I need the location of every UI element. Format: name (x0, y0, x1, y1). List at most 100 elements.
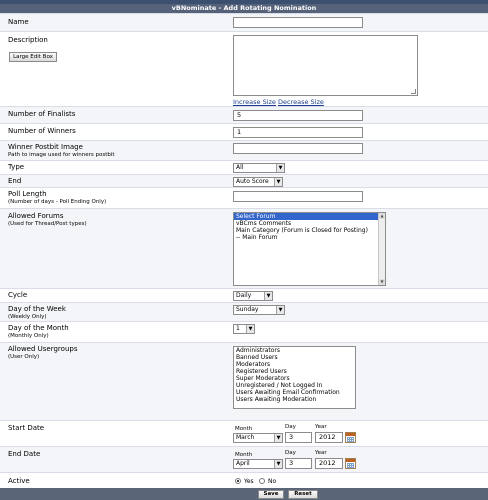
calendar-icon[interactable] (345, 432, 356, 443)
usergroup-option[interactable]: Administrators (234, 347, 355, 354)
finalists-input[interactable]: 5 (233, 110, 363, 121)
description-label: Description (8, 36, 48, 44)
cycle-select[interactable]: Daily ▼ (233, 291, 273, 301)
scroll-up-icon[interactable]: ▲ (379, 213, 385, 219)
row-end-date: End Date Month Day Year April ▼ 3 2012 (0, 446, 488, 472)
resize-grip-icon[interactable] (411, 89, 416, 94)
page-title: vBNominate - Add Rotating Nomination (0, 4, 488, 13)
chevron-down-icon: ▼ (274, 178, 282, 186)
postbit-input[interactable] (233, 143, 363, 154)
day-of-month-label-text: Day of the Month (8, 324, 69, 332)
usergroup-option[interactable]: Unregistered / Not Logged In (234, 382, 355, 389)
end-month-select[interactable]: April ▼ (233, 459, 283, 469)
forum-option[interactable]: vBCms Comments (234, 220, 385, 227)
postbit-label: Winner Postbit Image Path to image used … (8, 143, 115, 158)
end-selected: Auto Score (236, 178, 269, 185)
postbit-label-text: Winner Postbit Image (8, 143, 83, 151)
row-active: Active Yes No (0, 472, 488, 488)
day-of-month-selected: 1 (236, 325, 240, 332)
end-day-input[interactable]: 3 (285, 458, 312, 469)
type-select[interactable]: All ▼ (233, 163, 285, 173)
allowed-usergroups-label-text: Allowed Usergroups (8, 345, 78, 353)
cycle-label: Cycle (8, 291, 28, 299)
scroll-down-icon[interactable]: ▼ (379, 279, 385, 285)
day-of-week-label-text: Day of the Week (8, 305, 66, 313)
row-type: Type All ▼ (0, 160, 488, 174)
row-cycle: Cycle Daily ▼ (0, 288, 488, 302)
row-day-of-month: Day of the Month (Monthly Only) 1 ▼ (0, 321, 488, 342)
allowed-forums-listbox[interactable]: Select Forum vBCms Comments Main Categor… (233, 212, 386, 286)
postbit-sublabel: Path to image used for winners postbit (8, 152, 115, 158)
day-of-week-selected: Sunday (236, 306, 259, 313)
end-year-label: Year (315, 450, 327, 456)
active-yes-radio[interactable] (235, 478, 241, 484)
day-of-week-label: Day of the Week (Weekly Only) (8, 305, 66, 320)
start-day-label: Day (285, 424, 296, 430)
row-allowed-forums: Allowed Forums (Used for Thread/Post typ… (0, 208, 488, 288)
save-button[interactable]: Save (258, 490, 284, 499)
decrease-size-link[interactable]: Decrease Size (278, 98, 324, 106)
chevron-down-icon: ▼ (264, 292, 272, 300)
allowed-forums-label: Allowed Forums (Used for Thread/Post typ… (8, 212, 87, 227)
name-label: Name (8, 18, 29, 26)
day-of-week-sublabel: (Weekly Only) (8, 314, 47, 320)
end-day-label: Day (285, 450, 296, 456)
type-label: Type (8, 163, 25, 171)
name-input[interactable] (233, 17, 363, 28)
chevron-down-icon: ▼ (274, 460, 282, 468)
active-yes-label: Yes (244, 478, 254, 485)
end-year-input[interactable]: 2012 (315, 458, 343, 469)
row-poll-length: Poll Length (Number of days - Poll Endin… (0, 187, 488, 208)
end-label: End (8, 177, 22, 185)
reset-button[interactable]: Reset (288, 490, 318, 499)
row-allowed-usergroups: Allowed Usergroups (User Only) Administr… (0, 342, 488, 420)
end-date-label: End Date (8, 450, 41, 458)
day-of-month-select[interactable]: 1 ▼ (233, 324, 255, 334)
row-day-of-week: Day of the Week (Weekly Only) Sunday ▼ (0, 302, 488, 321)
description-textarea[interactable] (233, 35, 418, 96)
winners-input[interactable]: 1 (233, 127, 363, 138)
active-label: Active (8, 477, 30, 485)
forum-option[interactable]: Main Category (Forum is Closed for Posti… (234, 227, 385, 234)
usergroup-option[interactable]: Users Awaiting Moderation (234, 396, 355, 403)
start-day-input[interactable]: 3 (285, 432, 312, 443)
calendar-icon[interactable] (345, 458, 356, 469)
cycle-selected: Daily (236, 292, 252, 299)
type-selected: All (236, 164, 244, 171)
usergroup-option[interactable]: Moderators (234, 361, 355, 368)
active-no-radio[interactable] (259, 478, 265, 484)
row-name: Name (0, 13, 488, 31)
chevron-down-icon: ▼ (276, 306, 284, 314)
usergroup-option[interactable]: Super Moderators (234, 375, 355, 382)
day-of-month-sublabel: (Monthly Only) (8, 333, 49, 339)
forum-option[interactable]: -- Main Forum (234, 234, 385, 241)
start-date-label: Start Date (8, 424, 45, 432)
form-footer: Save Reset (0, 488, 488, 500)
active-no-label: No (268, 478, 277, 485)
increase-size-link[interactable]: Increase Size (233, 98, 276, 106)
end-select[interactable]: Auto Score ▼ (233, 177, 283, 187)
usergroup-option[interactable]: Registered Users (234, 368, 355, 375)
large-edit-box-button[interactable]: Large Edit Box (9, 52, 57, 62)
allowed-forums-sublabel: (Used for Thread/Post types) (8, 221, 87, 227)
day-of-week-select[interactable]: Sunday ▼ (233, 305, 285, 315)
allowed-usergroups-sublabel: (User Only) (8, 354, 40, 360)
allowed-usergroups-label: Allowed Usergroups (User Only) (8, 345, 77, 360)
row-winners: Number of Winners 1 (0, 123, 488, 140)
chevron-down-icon: ▼ (276, 164, 284, 172)
day-of-month-label: Day of the Month (Monthly Only) (8, 324, 69, 339)
row-end: End Auto Score ▼ (0, 174, 488, 187)
poll-length-input[interactable] (233, 191, 363, 202)
usergroup-option[interactable]: Banned Users (234, 354, 355, 361)
allowed-usergroups-listbox[interactable]: Administrators Banned Users Moderators R… (233, 346, 356, 409)
forum-option[interactable]: Select Forum (234, 213, 385, 220)
row-postbit: Winner Postbit Image Path to image used … (0, 140, 488, 160)
start-year-input[interactable]: 2012 (315, 432, 343, 443)
start-year-label: Year (315, 424, 327, 430)
chevron-down-icon: ▼ (246, 325, 254, 333)
start-month-selected: March (236, 434, 255, 441)
row-description: Description Large Edit Box Increase Size… (0, 31, 488, 106)
usergroup-option[interactable]: Users Awaiting Email Confirmation (234, 389, 355, 396)
start-month-select[interactable]: March ▼ (233, 433, 283, 443)
listbox-scrollbar[interactable]: ▲ ▼ (378, 213, 385, 285)
